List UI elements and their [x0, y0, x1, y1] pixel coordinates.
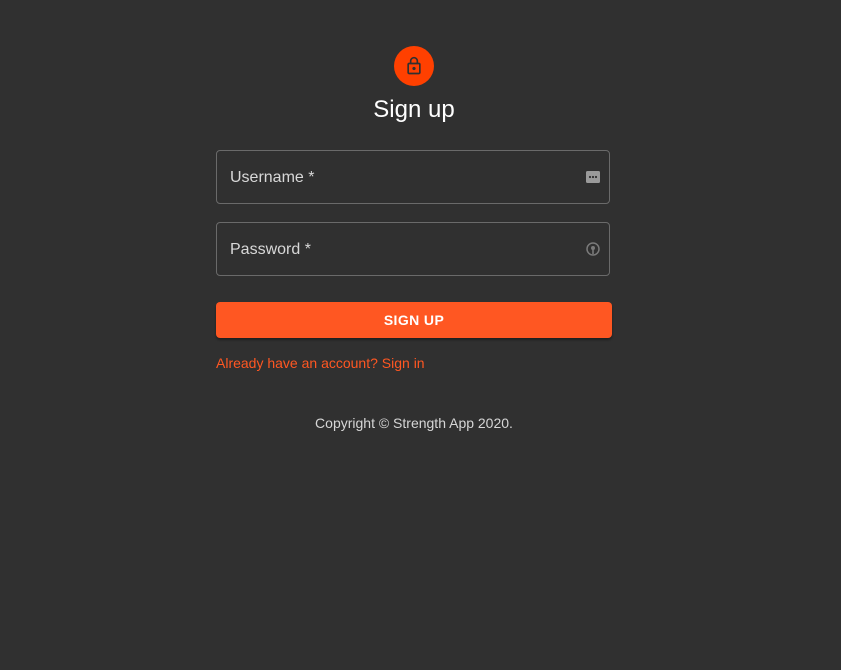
sign-up-button[interactable]: SIGN UP	[216, 302, 612, 338]
avatar	[394, 46, 434, 86]
sign-up-page: Sign up Username * Password * SIGN UP Al…	[0, 0, 841, 670]
more-icon	[586, 171, 600, 183]
password-field[interactable]: Password *	[216, 222, 610, 276]
username-field[interactable]: Username *	[216, 150, 610, 204]
sign-in-link[interactable]: Already have an account? Sign in	[216, 355, 425, 371]
password-input[interactable]	[217, 223, 609, 275]
page-title: Sign up	[373, 96, 455, 123]
lock-icon	[407, 56, 421, 75]
copyright-text: Copyright © Strength App 2020.	[315, 415, 513, 431]
username-input[interactable]	[217, 151, 609, 203]
key-icon	[586, 242, 600, 256]
